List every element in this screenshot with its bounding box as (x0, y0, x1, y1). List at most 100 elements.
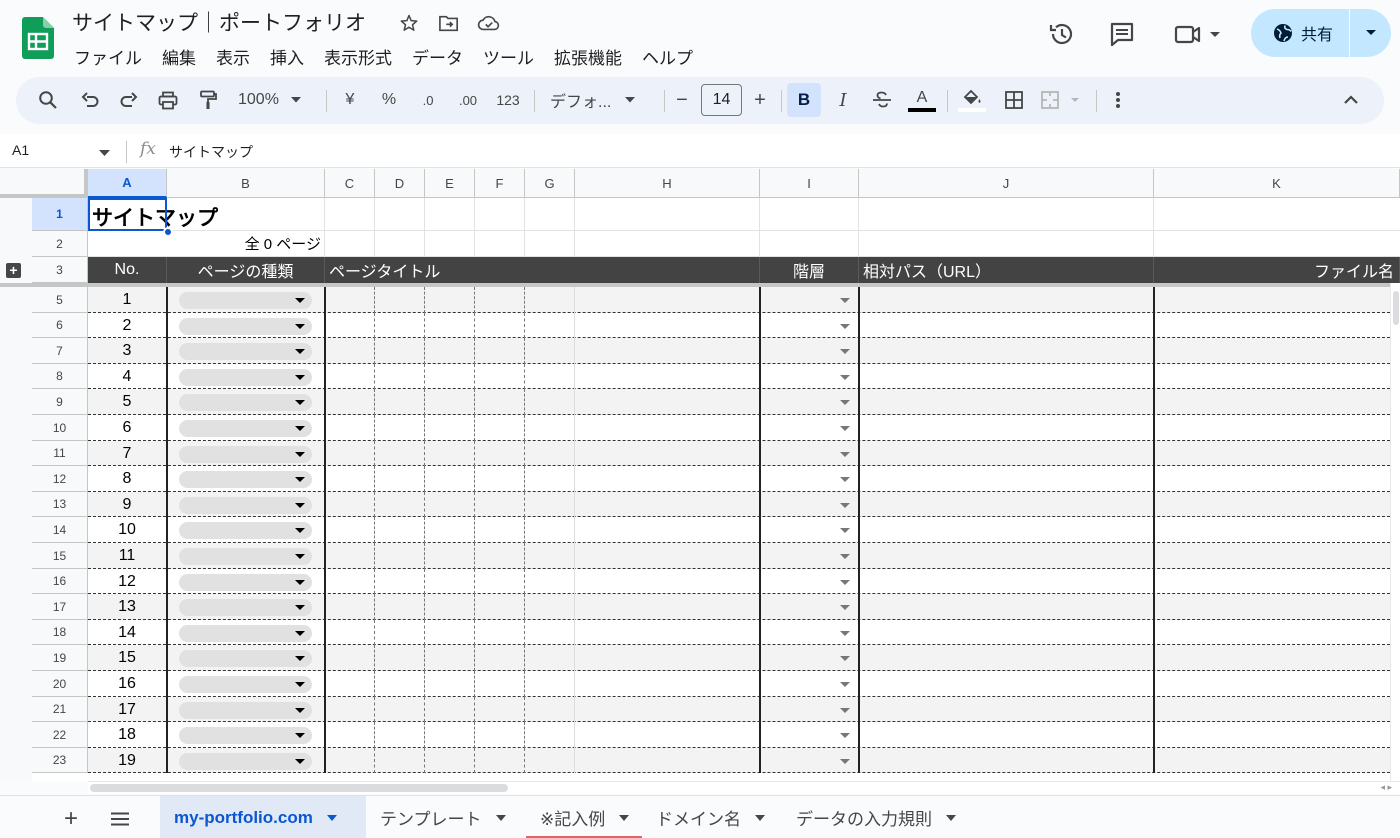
level-dropdown-icon[interactable] (840, 528, 850, 533)
level-dropdown-icon[interactable] (840, 733, 850, 738)
sheet-tab-4[interactable]: ドメイン名 (642, 796, 782, 838)
row-number-cell[interactable]: 14 (88, 620, 166, 645)
row-header-23[interactable]: 23 (32, 748, 88, 773)
row-number-cell[interactable]: 9 (88, 492, 166, 517)
row-number-cell[interactable]: 8 (88, 466, 166, 491)
tab-menu-icon[interactable] (326, 814, 337, 821)
row-number-cell[interactable]: 2 (88, 313, 166, 338)
add-sheet-icon[interactable]: + (58, 805, 84, 832)
row-header-3[interactable]: 3 (32, 257, 88, 283)
row-header-9[interactable]: 9 (32, 389, 88, 415)
menu-file[interactable]: ファイル (64, 42, 152, 71)
level-dropdown-icon[interactable] (840, 605, 850, 610)
page-type-dropdown[interactable] (179, 625, 312, 642)
page-type-dropdown[interactable] (179, 497, 312, 514)
header-file-name[interactable]: ファイル名 (1154, 257, 1400, 283)
merge-cells-icon[interactable] (1038, 83, 1088, 117)
column-header-a[interactable]: A (88, 169, 167, 198)
paint-format-icon[interactable] (194, 83, 222, 117)
increase-decimal-button[interactable]: .00 (453, 83, 483, 117)
level-dropdown-icon[interactable] (840, 682, 850, 687)
row-header-2[interactable]: 2 (32, 231, 88, 257)
name-box-dropdown-icon[interactable] (99, 144, 110, 162)
level-dropdown-icon[interactable] (840, 554, 850, 559)
select-all-corner[interactable] (0, 169, 88, 198)
decrease-font-size-button[interactable]: − (671, 83, 693, 117)
level-dropdown-icon[interactable] (840, 349, 850, 354)
page-type-dropdown[interactable] (179, 548, 312, 565)
row-header-16[interactable]: 16 (32, 569, 88, 594)
level-dropdown-icon[interactable] (840, 324, 850, 329)
row-number-cell[interactable]: 1 (88, 287, 166, 312)
row-number-cell[interactable]: 17 (88, 697, 166, 722)
page-type-dropdown[interactable] (179, 420, 312, 437)
page-type-dropdown[interactable] (179, 650, 312, 667)
page-type-dropdown[interactable] (179, 574, 312, 591)
level-dropdown-icon[interactable] (840, 375, 850, 380)
level-dropdown-icon[interactable] (840, 656, 850, 661)
menu-insert[interactable]: 挿入 (260, 42, 314, 71)
bold-button[interactable]: B (787, 83, 821, 117)
header-page-title[interactable]: ページタイトル (325, 257, 760, 283)
header-level[interactable]: 階層 (760, 257, 859, 283)
vertical-scroll-thumb[interactable] (1393, 291, 1399, 325)
share-button[interactable]: 共有 (1251, 9, 1391, 57)
horizontal-scrollbar[interactable]: ◂ ▸ (88, 781, 1400, 794)
menu-data[interactable]: データ (402, 42, 473, 71)
level-dropdown-icon[interactable] (840, 400, 850, 405)
zoom-select[interactable]: 100% (234, 83, 314, 117)
page-type-dropdown[interactable] (179, 369, 312, 386)
share-main[interactable]: 共有 (1251, 9, 1349, 57)
level-dropdown-icon[interactable] (840, 631, 850, 636)
row-header-12[interactable]: 12 (32, 466, 88, 492)
row-header-19[interactable]: 19 (32, 645, 88, 671)
sheet-tab-5[interactable]: データの入力規則 (782, 796, 978, 838)
borders-icon[interactable] (999, 83, 1029, 117)
column-header-j[interactable]: J (859, 169, 1154, 198)
column-header-c[interactable]: C (325, 169, 375, 198)
sheet-tab-3[interactable]: ※記入例 (526, 796, 642, 838)
meet-icon[interactable] (1168, 14, 1228, 54)
row-header-10[interactable]: 10 (32, 415, 88, 441)
row-header-14[interactable]: 14 (32, 517, 88, 543)
column-header-e[interactable]: E (425, 169, 475, 198)
search-menus-icon[interactable] (34, 83, 62, 117)
menu-view[interactable]: 表示 (206, 42, 260, 71)
collapse-toolbar-icon[interactable] (1337, 83, 1365, 117)
row-header-7[interactable]: 7 (32, 338, 88, 364)
column-header-k[interactable]: K (1154, 169, 1400, 198)
row-number-cell[interactable]: 13 (88, 594, 166, 619)
column-header-d[interactable]: D (375, 169, 425, 198)
move-folder-icon[interactable] (434, 10, 464, 36)
row-number-cell[interactable]: 5 (88, 389, 166, 414)
row-number-cell[interactable]: 12 (88, 569, 166, 594)
more-formats-button[interactable]: 123 (492, 83, 524, 117)
page-type-dropdown[interactable] (179, 676, 312, 693)
scroll-arrows-icon[interactable]: ◂ ▸ (1380, 782, 1392, 793)
sheet-tab-2[interactable]: テンプレート (366, 796, 526, 838)
share-dropdown-icon[interactable] (1350, 9, 1391, 57)
level-dropdown-icon[interactable] (840, 452, 850, 457)
format-currency-button[interactable]: ¥ (337, 83, 363, 117)
level-dropdown-icon[interactable] (840, 298, 850, 303)
page-type-dropdown[interactable] (179, 471, 312, 488)
page-type-dropdown[interactable] (179, 446, 312, 463)
more-options-icon[interactable] (1104, 83, 1132, 117)
fill-handle[interactable] (163, 227, 173, 237)
sheets-logo-icon[interactable] (22, 17, 54, 59)
all-sheets-icon[interactable] (107, 806, 133, 832)
row-header-17[interactable]: 17 (32, 594, 88, 620)
row-number-cell[interactable]: 11 (88, 543, 166, 568)
comments-icon[interactable] (1102, 14, 1142, 54)
menu-format[interactable]: 表示形式 (314, 42, 402, 71)
increase-font-size-button[interactable]: + (749, 83, 771, 117)
page-type-dropdown[interactable] (179, 318, 312, 335)
print-icon[interactable] (154, 83, 182, 117)
expand-group-icon[interactable]: + (6, 263, 21, 278)
header-page-type[interactable]: ページの種類 (167, 257, 325, 283)
name-box[interactable]: A1 (12, 142, 29, 158)
page-type-dropdown[interactable] (179, 394, 312, 411)
column-header-i[interactable]: I (760, 169, 859, 198)
page-type-dropdown[interactable] (179, 599, 312, 616)
row-header-21[interactable]: 21 (32, 697, 88, 722)
